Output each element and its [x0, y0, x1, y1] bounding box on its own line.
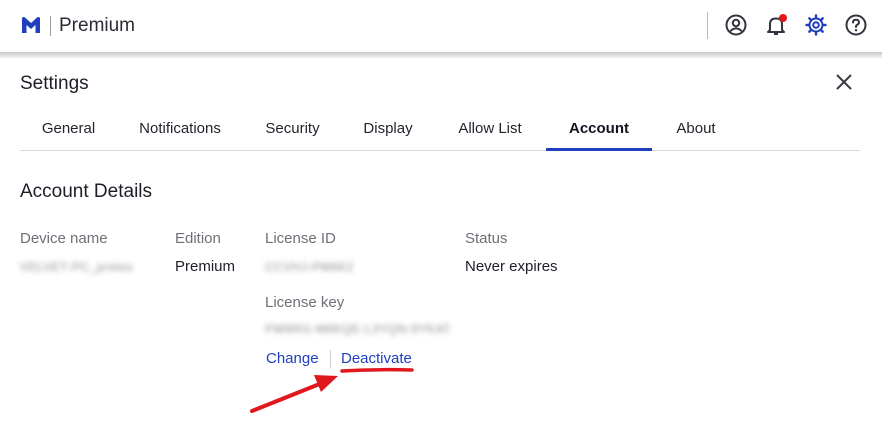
status-label: Status	[465, 230, 508, 247]
close-button[interactable]	[834, 72, 854, 92]
tab-notifications[interactable]: Notifications	[117, 114, 243, 150]
tab-about[interactable]: About	[652, 114, 740, 150]
malwarebytes-logo-icon	[22, 17, 40, 33]
help-button[interactable]	[844, 13, 868, 37]
account-button[interactable]	[724, 13, 748, 37]
link-divider	[330, 350, 331, 368]
device-name-label: Device name	[20, 230, 108, 247]
notifications-button[interactable]	[764, 13, 788, 37]
change-license-link[interactable]: Change	[266, 350, 319, 367]
tab-security[interactable]: Security	[243, 114, 342, 150]
settings-button[interactable]	[804, 13, 828, 37]
settings-title: Settings	[20, 73, 89, 94]
toolbar-divider	[707, 12, 708, 39]
brand-divider	[50, 16, 51, 36]
brand-name: Premium	[59, 15, 136, 36]
edition-value: Premium	[175, 258, 236, 275]
license-key-label: License key	[265, 294, 345, 311]
help-circle-icon	[845, 14, 867, 36]
user-circle-icon	[725, 14, 747, 36]
settings-panel: Settings General Notifications Security …	[0, 58, 882, 446]
gear-icon	[805, 14, 827, 36]
tab-display[interactable]: Display	[342, 114, 434, 150]
tab-account[interactable]: Account	[546, 114, 652, 151]
top-bar: Premium	[0, 0, 882, 52]
status-value: Never expires	[465, 258, 558, 275]
notification-dot	[779, 14, 787, 22]
license-id-value: CCVHJ-PM6K2	[265, 260, 354, 274]
edition-label: Edition	[175, 230, 221, 247]
tab-allow-list[interactable]: Allow List	[434, 114, 546, 150]
close-icon	[836, 74, 852, 90]
account-details-title: Account Details	[20, 181, 153, 202]
deactivate-link[interactable]: Deactivate	[341, 350, 412, 367]
device-name-value: VELVET-PC_pretex	[20, 260, 134, 274]
license-id-label: License ID	[265, 230, 336, 247]
license-key-value: PW6RG-M6KQE-L3YQN-9YKAT	[265, 322, 451, 336]
tab-general[interactable]: General	[20, 114, 117, 150]
settings-tabs: General Notifications Security Display A…	[20, 114, 860, 151]
